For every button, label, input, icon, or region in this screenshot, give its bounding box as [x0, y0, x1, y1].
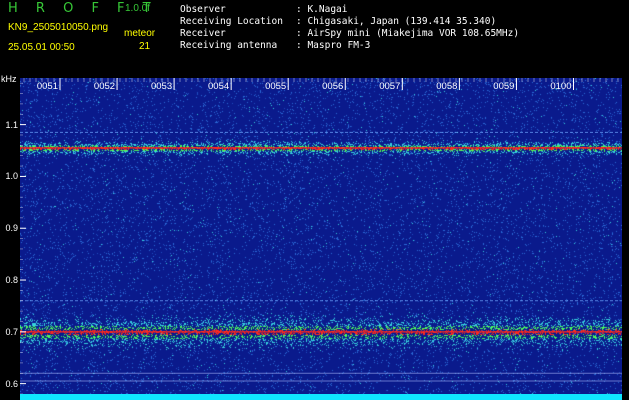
y-tick-label: 0.6 — [5, 378, 18, 389]
meteor-count-value: 21 — [139, 41, 151, 52]
y-tick-label: 0.8 — [5, 275, 18, 286]
time-baseline-bar — [20, 394, 622, 400]
x-tick-label: 0051 — [37, 81, 58, 92]
y-tick-label: 1.1 — [5, 119, 18, 130]
info-value-observer: : K.Nagai — [296, 4, 348, 15]
info-label-observer: Observer — [180, 4, 226, 15]
info-value-antenna: : Maspro FM-3 — [296, 40, 371, 51]
spectrogram-plot: 0051 0052 0053 0054 0055 0056 0057 0058 0059 0100 — [20, 78, 622, 394]
spectrogram-overlay: 0051 0052 0053 0054 0055 0056 0057 0058 0059 0100 — [20, 78, 622, 394]
x-tick-label: 0056 — [322, 81, 343, 92]
version-label: 1.0.0f — [125, 3, 151, 14]
header-panel: H R O F F T 1.0.0f KN9_2505010050.png 25… — [0, 0, 629, 78]
info-value-location: : Chigasaki, Japan (139.414 35.340) — [296, 16, 497, 27]
x-tick-label: 0058 — [436, 81, 457, 92]
x-tick-label: 0057 — [379, 81, 400, 92]
meteor-count-label: meteor — [124, 28, 156, 39]
x-tick-label: 0100 — [550, 81, 571, 92]
filename-label: KN9_2505010050.png — [8, 22, 109, 33]
info-value-receiver: : AirSpy mini (Miakejima VOR 108.65MHz) — [296, 28, 520, 39]
y-tick-label: 1.0 — [5, 171, 18, 182]
info-label-antenna: Receiving antenna — [180, 40, 278, 51]
x-tick-label: 0055 — [265, 81, 286, 92]
y-tick-label: 0.9 — [5, 223, 18, 234]
x-tick-label: 0054 — [208, 81, 229, 92]
x-tick-label: 0052 — [94, 81, 115, 92]
info-label-receiver: Receiver — [180, 28, 226, 39]
y-tick-label: 0.7 — [5, 326, 18, 337]
x-tick-label: 0059 — [493, 81, 514, 92]
info-label-location: Receiving Location — [180, 16, 283, 27]
datetime-label: 25.05.01 00:50 — [8, 42, 75, 53]
x-tick-label: 0053 — [151, 81, 172, 92]
y-axis-unit-label: kHz — [1, 74, 17, 84]
